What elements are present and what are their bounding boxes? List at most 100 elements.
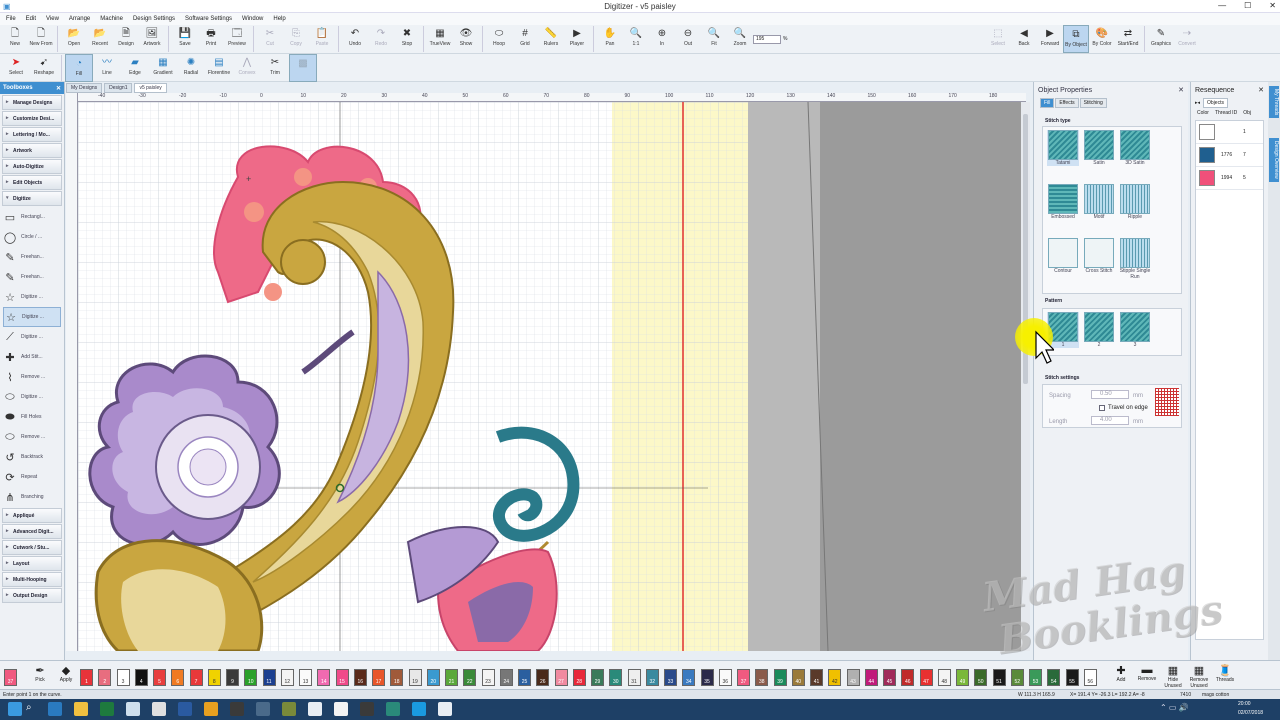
object-properties-close-button[interactable]: ✕ [1178,86,1184,94]
section-auto-digitize[interactable]: Auto-Digitize [2,159,62,174]
color-chip-2[interactable]: 2 [98,669,112,686]
taskbar-search-icon[interactable]: ⌕ [26,702,32,713]
color-chip-48[interactable]: 48 [937,669,951,686]
zoom-input[interactable]: 195 [753,35,781,44]
fit-button[interactable]: 🔍 Fit [701,25,727,53]
tool-item-7[interactable]: ✚ Add Stit... [3,347,61,367]
section-multi-hooping[interactable]: Multi-Hooping [2,572,62,587]
graphics-button[interactable]: ✎ Graphics [1148,25,1174,53]
toolboxes-close-button[interactable]: ✕ [56,85,61,92]
length-input[interactable]: 4.00 [1091,416,1129,425]
menu-file[interactable]: File [6,16,16,22]
game-icon[interactable] [360,702,374,716]
color-chip-28[interactable]: 28 [572,669,586,686]
pattern-2[interactable]: 2 [1083,312,1115,348]
threads-button[interactable]: 🧵 Threads [1212,664,1238,683]
side-tab-design-overview[interactable]: Design Overview [1269,138,1279,182]
tool-radial-button[interactable]: ✺ Radial [177,54,205,82]
color-chip-1[interactable]: 1 [80,669,93,686]
section-appliqu[interactable]: Appliqué [2,508,62,523]
menu-view[interactable]: View [46,16,59,22]
section-edit-objects[interactable]: Edit Objects [2,175,62,190]
color-chip-33[interactable]: 33 [664,669,677,686]
cut-button[interactable]: ✂ Cut [257,25,283,53]
start-end-button[interactable]: ⇄ Start/End [1115,25,1141,53]
color-chip-15[interactable]: 15 [335,669,349,686]
section-advanced-digit[interactable]: Advanced Digit... [2,524,62,539]
design-canvas[interactable]: + [78,102,1026,651]
open-button[interactable]: 📂 Open [61,25,87,53]
color-chip-4[interactable]: 4 [134,669,148,686]
preview-button[interactable]: 🗔 Preview [224,25,250,53]
word-icon[interactable] [178,702,192,716]
color-chip-41[interactable]: 41 [810,669,823,686]
paste-button[interactable]: 📋 Paste [309,25,335,53]
out-button[interactable]: ⊖ Out [675,25,701,53]
color-chip-20[interactable]: 20 [426,669,440,686]
rulers-button[interactable]: 📏 Rulers [538,25,564,53]
color-chip-11[interactable]: 11 [262,669,276,686]
stop-button[interactable]: ✖ Stop [394,25,420,53]
tool-convex-button[interactable]: ⋀ Convex [233,54,261,82]
color-chip-39[interactable]: 39 [773,669,787,686]
color-chip-51[interactable]: 51 [992,669,1006,686]
color-chip-19[interactable]: 19 [408,669,422,686]
color-chip-5[interactable]: 5 [153,669,166,686]
tool-fill-button[interactable]: ◔ Fill [65,54,93,82]
color-chip-37[interactable]: 37 [737,669,750,686]
remove-button[interactable]: ▬ Remove [1134,664,1160,682]
tab-fill[interactable]: Fill [1040,98,1055,108]
color-chip-25[interactable]: 25 [518,669,531,686]
stitch-type-embossed[interactable]: Embossed [1047,184,1079,220]
tool-item-10[interactable]: ⬬ Fill Holes [3,407,61,427]
pan-button[interactable]: ✋ Pan [597,25,623,53]
color-chip-40[interactable]: 40 [791,669,805,686]
windows-start-icon[interactable] [8,702,22,716]
color-chip-38[interactable]: 38 [755,669,769,686]
media-icon[interactable] [230,702,244,716]
color-chip-7[interactable]: 7 [189,669,203,686]
close-window-button[interactable]: ✕ [1269,1,1276,10]
color-chip-29[interactable]: 29 [591,669,604,686]
color-chip-43[interactable]: 43 [846,669,860,686]
apply-tool-button[interactable]: ◆ Apply [54,664,78,683]
color-chip-14[interactable]: 14 [317,669,331,686]
resequence-close-button[interactable]: ✕ [1258,86,1264,94]
new-button[interactable]: 🗋 New [2,25,28,53]
tool-item-6[interactable]: ⟋ Digitize ... [3,327,61,347]
stitch-type-ripple[interactable]: Ripple [1119,184,1151,220]
tool-florentine-button[interactable]: ▤ Florentine [205,54,233,82]
side-tab-my-threads[interactable]: My Threads [1269,86,1279,119]
color-chip-9[interactable]: 9 [226,669,239,686]
color-chip-49[interactable]: 49 [956,669,969,686]
doc-tab-design1[interactable]: Design1 [104,83,133,93]
section-cutwork-stu[interactable]: Cutwork / Stu... [2,540,62,555]
recent-button[interactable]: 📂 Recent [87,25,113,53]
maximize-button[interactable]: ☐ [1244,1,1251,10]
in-button[interactable]: ⊕ In [649,25,675,53]
file-explorer-icon[interactable] [74,702,88,716]
artwork-button[interactable]: 🖼 Artwork [139,25,165,53]
tool-line-button[interactable]: 〰 Line [93,54,121,82]
menu-edit[interactable]: Edit [26,16,36,22]
by-object-button[interactable]: ⧉ By Object [1063,25,1089,53]
resequence-row[interactable]: 1776 7 [1196,144,1263,167]
menu-window[interactable]: Window [242,16,263,22]
menu-software-settings[interactable]: Software Settings [185,16,232,22]
color-chip-17[interactable]: 17 [372,669,385,686]
undo-button[interactable]: ↶ Undo [342,25,368,53]
zoom-button[interactable]: 🔍 Zoom [727,25,753,53]
doc-tab-my-designs[interactable]: My Designs [66,83,103,93]
color-chip-53[interactable]: 53 [1029,669,1042,686]
color-chip-24[interactable]: 24 [499,669,513,686]
excel-icon[interactable] [100,702,114,716]
color-chip-32[interactable]: 32 [645,669,659,686]
color-chip-47[interactable]: 47 [919,669,933,686]
tool-gradient-button[interactable]: ▦ Gradient [149,54,177,82]
menu-design-settings[interactable]: Design Settings [133,16,175,22]
convert-button[interactable]: ⇢ Convert [1174,25,1200,53]
tool-item-8[interactable]: ⌇ Remove ... [3,367,61,387]
color-chip-30[interactable]: 30 [609,669,623,686]
pattern-3[interactable]: 3 [1119,312,1151,348]
tool-item-2[interactable]: ✎ Freehan... [3,247,61,267]
